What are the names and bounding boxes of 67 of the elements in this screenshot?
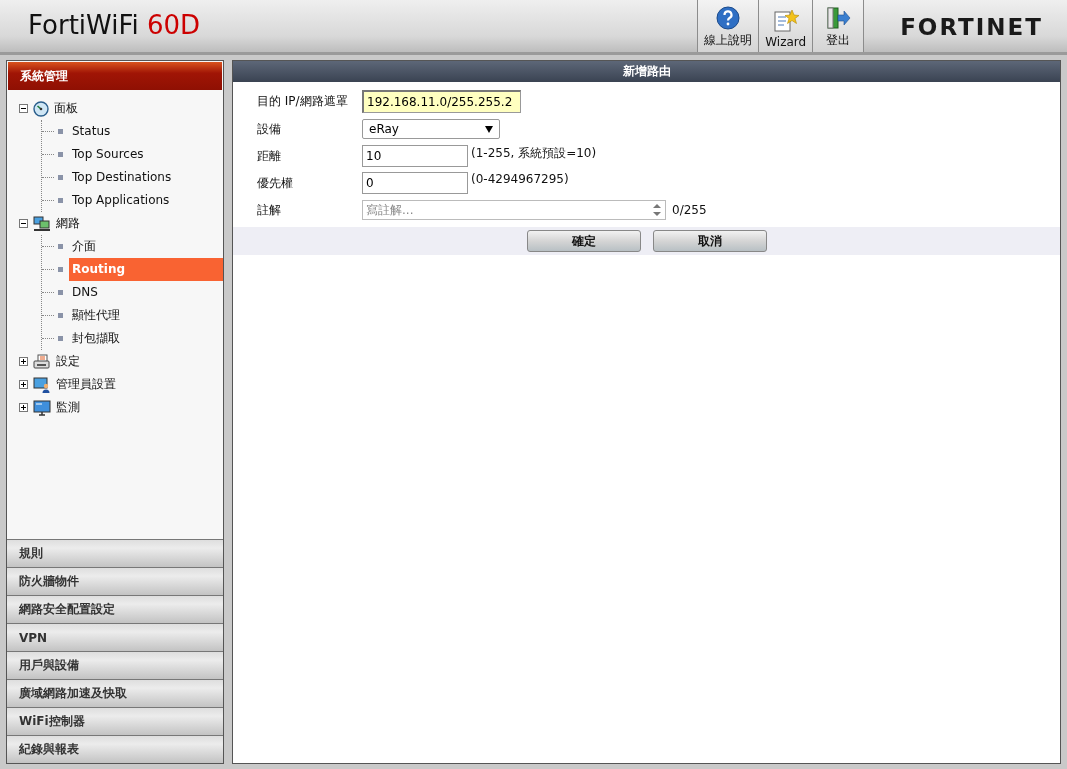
tree-item[interactable]: 網路 [56,215,80,232]
sidebar-section[interactable]: WiFi控制器 [7,707,223,735]
input-field[interactable]: 10 [362,145,468,167]
bullet-icon [58,313,63,318]
wizard-icon [772,9,799,33]
tree-item[interactable]: 封包擷取 [69,327,223,350]
input-field[interactable]: 192.168.11.0/255.255.2 [362,90,521,113]
tree-item[interactable]: Status [69,120,223,143]
field-label: 距離 [257,147,282,165]
sidebar-section[interactable]: VPN [7,623,223,651]
monitor-user-icon [33,376,51,393]
character-counter: 0/255 [672,203,707,217]
hint-text: (0-4294967295) [471,172,569,186]
tree-item[interactable]: 監測 [56,399,80,416]
ok-button[interactable]: 確定 [526,230,641,252]
tree-item[interactable]: DNS [69,281,223,304]
bullet-icon [58,175,63,180]
bullet-icon [58,198,63,203]
device-dropdown[interactable]: eRay [362,119,500,139]
form-title: 新增路由 [233,61,1060,82]
field-label: 註解 [257,201,282,219]
tree-item[interactable]: 顯性代理 [69,304,223,327]
tree-item[interactable]: 設定 [56,353,80,370]
bullet-icon [58,244,63,249]
bullet-icon [58,290,63,295]
sidebar-section[interactable]: 廣域網路加速及快取 [7,679,223,707]
printer-icon [33,353,51,370]
brand-logo: FORTINET [899,13,1044,42]
bullet-icon [58,336,63,341]
cancel-button[interactable]: 取消 [652,230,767,252]
bullet-icon [58,152,63,157]
bullet-icon [58,129,63,134]
sidebar-section[interactable]: 用戶與設備 [7,651,223,679]
spinner-icon [652,202,662,218]
input-field[interactable]: 0 [362,172,468,194]
field-label: 設備 [257,120,282,138]
collapse-icon[interactable] [19,104,28,113]
gauge-icon [33,100,49,117]
computers-icon [33,215,51,232]
sidebar-section-header[interactable]: 系統管理 [8,62,222,90]
comment-field[interactable]: 寫註解... [362,200,666,220]
caret-icon [485,125,493,133]
tree-item[interactable]: Top Destinations [69,166,223,189]
monitor-icon [33,399,51,416]
sidebar-section[interactable]: 紀錄與報表 [7,735,223,763]
field-label: 優先權 [257,174,294,192]
logout-button[interactable]: 登出 [812,0,865,52]
help-icon [716,6,741,30]
tree-item[interactable]: 管理員設置 [56,376,116,393]
exit-door-icon [825,6,852,30]
tree-item[interactable]: Top Sources [69,143,223,166]
expand-icon[interactable] [19,357,28,366]
hint-text: (1-255, 系統預設=10) [471,145,597,162]
collapse-icon[interactable] [19,219,28,228]
bullet-icon [58,267,63,272]
tree-item[interactable]: Top Applications [69,189,223,212]
help-button[interactable]: 線上說明 [697,0,759,52]
tree-item[interactable]: 面板 [54,100,78,117]
expand-icon[interactable] [19,403,28,412]
sidebar-section[interactable]: 網路安全配置設定 [7,595,223,623]
product-name: FortiWiFi 60D [27,9,202,42]
wizard-button[interactable]: Wizard [758,0,813,52]
tree-item[interactable]: 介面 [69,235,223,258]
field-label: 目的 IP/網路遮罩 [257,93,349,110]
expand-icon[interactable] [19,380,28,389]
sidebar-section[interactable]: 防火牆物件 [7,567,223,595]
sidebar-section[interactable]: 規則 [7,539,223,567]
